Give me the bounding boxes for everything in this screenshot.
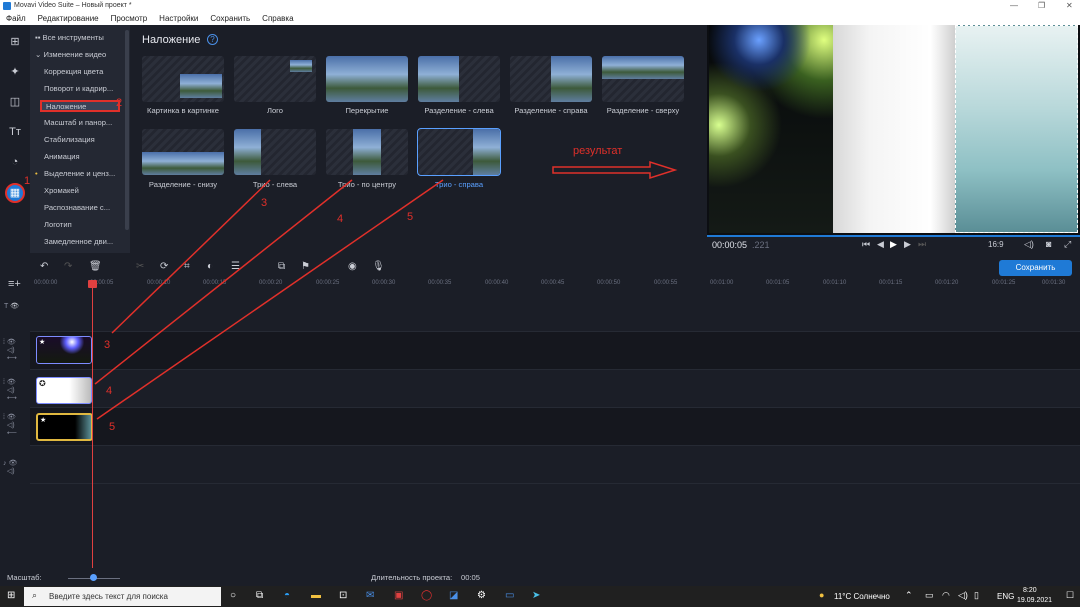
task-view-icon[interactable]: ⧉ [256, 590, 263, 601]
annotation-5: 5 [407, 211, 414, 223]
app-icon[interactable]: ▣ [394, 590, 403, 601]
clock-date[interactable]: 19.09.2021 [1017, 597, 1052, 604]
weather-icon: ● [819, 590, 825, 600]
tray-chevron-icon[interactable]: ⌃ [905, 590, 913, 601]
annotation-4-track: 4 [106, 385, 113, 397]
windows-start-icon[interactable]: ⊞ [7, 590, 15, 601]
duration-value: 00:05 [461, 573, 481, 582]
search-icon: ⌕ [32, 590, 38, 600]
explorer-icon[interactable]: ▬ [311, 590, 321, 601]
search-placeholder: Введите здесь текст для поиска [49, 592, 168, 601]
annotation-5-track: 5 [109, 421, 116, 433]
scale-slider-thumb[interactable] [90, 574, 97, 581]
clock-time[interactable]: 8:20 [1023, 587, 1037, 594]
network-icon[interactable]: ▭ [925, 590, 934, 601]
app-icon[interactable]: ◪ [449, 590, 458, 601]
edge-icon[interactable]: ◓ [284, 590, 290, 601]
windows-taskbar: ⊞ ⌕ Введите здесь текст для поиска ○ ⧉ ◓… [0, 586, 1080, 607]
status-bar: Масштаб: Длительность проекта: 00:05 [0, 570, 1080, 586]
wifi-icon[interactable]: ◠ [942, 590, 950, 601]
mail-icon[interactable]: ✉ [366, 590, 374, 601]
app-icon[interactable]: ⚙ [477, 590, 486, 601]
store-icon[interactable]: ⊡ [339, 590, 347, 601]
battery-icon[interactable]: ▯ [974, 590, 979, 601]
annotation-4: 4 [337, 213, 344, 225]
telegram-icon[interactable]: ➤ [532, 590, 540, 601]
annotation-3-track: 3 [104, 339, 111, 351]
annotation-lines [94, 179, 444, 420]
duration-label: Длительность проекта: [371, 573, 453, 582]
notifications-icon[interactable]: ☐ [1066, 590, 1074, 601]
cortana-icon[interactable]: ○ [230, 590, 236, 601]
weather-text[interactable]: 11°C Солнечно [834, 592, 890, 601]
annotation-3: 3 [261, 197, 268, 209]
scale-label: Масштаб: [7, 573, 42, 582]
language-indicator[interactable]: ENG [997, 592, 1014, 601]
volume-tray-icon[interactable]: ◁) [958, 590, 968, 601]
movavi-icon[interactable]: ▭ [505, 590, 514, 601]
taskbar-search[interactable]: ⌕ Введите здесь текст для поиска [24, 587, 221, 606]
opera-icon[interactable]: ◯ [421, 590, 432, 601]
